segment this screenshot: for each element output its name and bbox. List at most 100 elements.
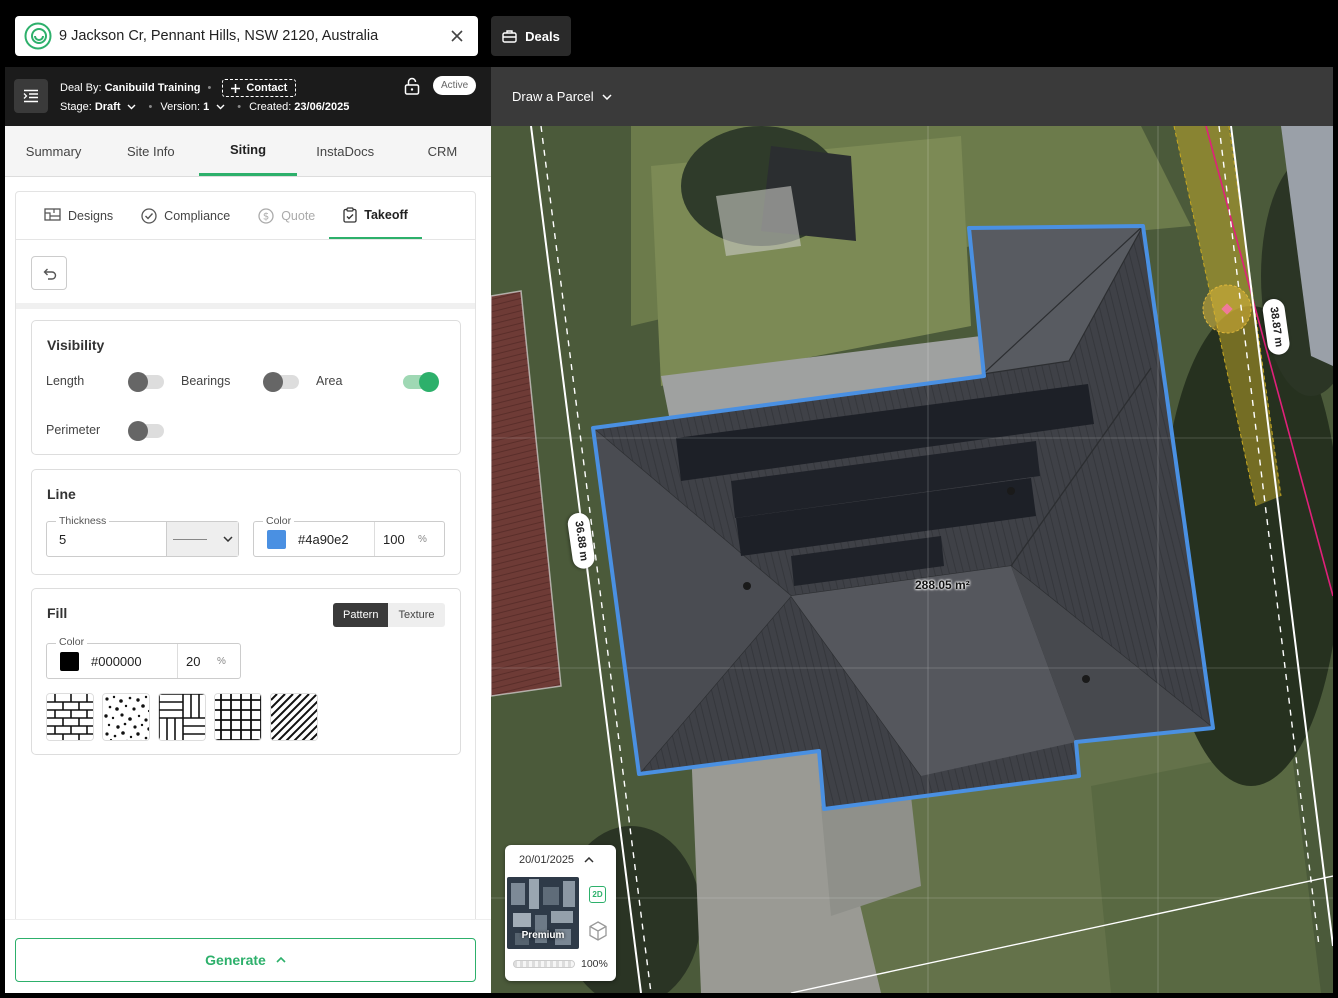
subtab-takeoff[interactable]: Takeoff <box>329 192 422 239</box>
address-text[interactable]: 9 Jackson Cr, Pennant Hills, NSW 2120, A… <box>59 28 446 44</box>
subtab-quote-label: Quote <box>281 208 316 223</box>
subtab-designs[interactable]: Designs <box>30 192 127 239</box>
tab-crm[interactable]: CRM <box>394 126 491 176</box>
chevron-down-icon <box>222 536 233 542</box>
stage-chevron-down-icon[interactable] <box>127 104 136 110</box>
contact-label: Contact <box>246 82 288 94</box>
undo-button[interactable] <box>31 256 67 290</box>
tab-site-info[interactable]: Site Info <box>102 126 199 176</box>
deals-button[interactable]: Deals <box>491 16 571 56</box>
separator-dot: • <box>207 82 212 94</box>
perimeter-label: Perimeter <box>46 423 101 437</box>
perimeter-toggle[interactable] <box>128 421 164 441</box>
fill-color-field[interactable]: #000000 20 % <box>46 643 241 679</box>
briefcase-icon <box>502 30 517 43</box>
chevron-up-icon <box>276 957 286 963</box>
subtab-compliance[interactable]: Compliance <box>127 192 244 239</box>
map-toolbar: Draw a Parcel <box>491 67 1333 126</box>
subtab-designs-label: Designs <box>68 208 114 223</box>
designs-icon <box>44 208 61 221</box>
texture-mode-button[interactable]: Texture <box>388 603 445 627</box>
line-opacity-value[interactable]: 100 <box>374 522 414 556</box>
view-3d-cube-icon[interactable] <box>587 920 609 942</box>
line-section: Line 5 Thickness #4a90e2 100 % Color <box>31 469 461 575</box>
deal-meta-row: Stage: Draft • Version: 1 • Created: 23/… <box>60 101 349 113</box>
undo-icon <box>43 268 56 280</box>
canibuild-logo-icon <box>24 22 52 50</box>
menu-toggle-button[interactable] <box>14 79 48 113</box>
area-measurement-label: 288.05 m² <box>915 578 970 592</box>
created-value: 23/06/2025 <box>294 101 350 113</box>
generate-button[interactable]: Generate <box>15 938 476 982</box>
stage-value[interactable]: Draft <box>95 101 121 113</box>
satellite-map[interactable]: 36.88 m 38.87 m 288.05 m² 20/01/2025 Pre… <box>491 126 1333 993</box>
clear-search-icon[interactable] <box>446 25 468 47</box>
fill-color-value[interactable]: #000000 <box>91 654 177 669</box>
fill-mode-toggle: Pattern Texture <box>333 603 445 627</box>
area-toggle[interactable] <box>403 372 439 392</box>
fill-opacity-percent: % <box>217 655 226 667</box>
generate-bar: Generate <box>5 919 491 993</box>
thickness-value[interactable]: 5 <box>59 532 166 547</box>
length-toggle[interactable] <box>128 372 164 392</box>
diagonal-pattern[interactable] <box>270 693 318 741</box>
tab-instadocs[interactable]: InstaDocs <box>297 126 394 176</box>
add-contact-button[interactable]: Contact <box>222 79 297 97</box>
separator-dot: • <box>237 101 242 113</box>
version-chevron-down-icon[interactable] <box>216 104 225 110</box>
view-2d-button[interactable]: 2D <box>589 886 606 903</box>
siting-subtabs: Designs Compliance $ Quote Takeoff <box>16 192 475 240</box>
premium-imagery-thumbnail[interactable]: Premium <box>507 877 579 949</box>
imagery-opacity-value: 100% <box>581 958 608 970</box>
menu-icon <box>23 89 38 103</box>
pattern-mode-button[interactable]: Pattern <box>333 603 389 627</box>
siting-card: Designs Compliance $ Quote Takeoff Visib… <box>15 191 476 931</box>
tab-siting[interactable]: Siting <box>199 126 297 176</box>
fill-section: Fill Pattern Texture #000000 20 % Color <box>31 588 461 755</box>
address-search-bar[interactable]: 9 Jackson Cr, Pennant Hills, NSW 2120, A… <box>15 16 478 56</box>
imagery-opacity-slider[interactable] <box>513 960 575 968</box>
fill-color-label: Color <box>56 636 88 648</box>
version-value[interactable]: 1 <box>203 101 209 113</box>
separator-dot: • <box>148 101 153 113</box>
line-style-select[interactable] <box>166 522 238 556</box>
line-color-label: Color <box>263 515 295 527</box>
visibility-section: Visibility Length Bearings Area Perimete… <box>31 320 461 455</box>
parquet-pattern[interactable] <box>158 693 206 741</box>
takeoff-icon <box>343 206 357 223</box>
map-canvas[interactable] <box>491 126 1333 993</box>
line-color-value[interactable]: #4a90e2 <box>298 532 374 547</box>
length-label: Length <box>46 374 85 388</box>
area-label: Area <box>316 374 343 388</box>
tab-summary[interactable]: Summary <box>5 126 102 176</box>
deal-by-row: Deal By: Canibuild Training • Contact <box>60 79 297 97</box>
version-label: Version: <box>160 101 201 113</box>
fill-opacity-value[interactable]: 20 <box>177 644 217 678</box>
line-title: Line <box>47 486 76 502</box>
gravel-pattern[interactable] <box>102 693 150 741</box>
imagery-date-selector[interactable]: 20/01/2025 <box>519 854 594 866</box>
fill-color-swatch[interactable] <box>60 651 79 671</box>
chevron-up-icon <box>584 857 594 863</box>
fill-title: Fill <box>47 605 68 621</box>
brick-pattern[interactable] <box>46 693 94 741</box>
deal-header: Deal By: Canibuild Training • Contact St… <box>5 67 491 126</box>
imagery-panel: 20/01/2025 Premium 2D 100% <box>505 845 616 981</box>
created-label: Created: <box>249 101 292 113</box>
grid-pattern[interactable] <box>214 693 262 741</box>
deal-by-value: Canibuild Training <box>104 82 201 94</box>
generate-label: Generate <box>205 952 266 968</box>
line-color-swatch[interactable] <box>267 529 286 549</box>
compliance-icon <box>141 207 157 224</box>
deals-label: Deals <box>525 28 560 44</box>
left-panel: Deal By: Canibuild Training • Contact St… <box>5 67 491 993</box>
subtab-compliance-label: Compliance <box>164 208 231 223</box>
status-badge: Active <box>433 76 477 95</box>
visibility-title: Visibility <box>47 337 105 353</box>
bearings-toggle[interactable] <box>263 372 299 392</box>
stage-label: Stage: <box>60 101 92 113</box>
bearings-label: Bearings <box>181 374 231 388</box>
draw-parcel-dropdown[interactable]: Draw a Parcel <box>512 89 612 104</box>
chevron-down-icon <box>602 93 612 100</box>
unlock-icon[interactable] <box>403 77 421 95</box>
